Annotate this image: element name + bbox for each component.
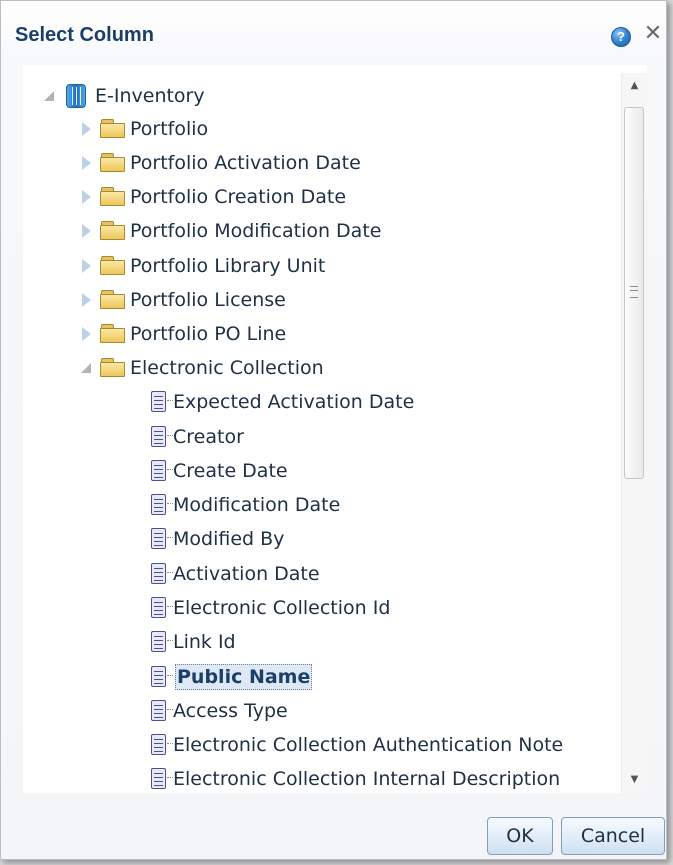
column-icon <box>151 562 173 586</box>
select-column-dialog: Select Column ? ✕ E-Inventory Portfolio … <box>0 0 667 860</box>
scroll-up-arrow-icon[interactable]: ▲ <box>622 73 647 99</box>
folder-item-portfolio[interactable]: Portfolio <box>78 112 208 146</box>
column-item[interactable]: Create Date <box>151 454 288 488</box>
column-label: Expected Activation Date <box>173 391 415 413</box>
folder-item-portfolio-po-line[interactable]: Portfolio PO Line <box>78 317 286 351</box>
column-icon <box>151 699 173 723</box>
column-icon <box>151 527 173 551</box>
folder-icon <box>100 119 126 139</box>
folder-label: Portfolio Library Unit <box>130 255 326 277</box>
column-icon <box>151 425 173 449</box>
column-item[interactable]: Activation Date <box>151 557 320 591</box>
column-item[interactable]: Modified By <box>151 522 284 556</box>
expand-triangle-icon[interactable] <box>78 290 94 310</box>
column-item[interactable]: Access Type <box>151 694 288 728</box>
column-label: Creator <box>173 426 244 448</box>
cancel-button[interactable]: Cancel <box>561 817 665 855</box>
folder-icon <box>100 324 126 344</box>
column-label: Activation Date <box>173 563 320 585</box>
column-item[interactable]: Expected Activation Date <box>151 385 414 419</box>
column-label: Electronic Collection Authentication Not… <box>173 734 564 756</box>
ok-button[interactable]: OK <box>487 817 553 855</box>
expand-triangle-icon[interactable] <box>78 221 94 241</box>
close-icon[interactable]: ✕ <box>641 21 665 47</box>
folder-item-portfolio-license[interactable]: Portfolio License <box>78 283 286 317</box>
column-label: Link Id <box>173 631 236 653</box>
column-icon <box>151 459 173 483</box>
column-label: Modified By <box>173 528 285 550</box>
column-item[interactable]: Link Id <box>151 625 236 659</box>
scroll-down-arrow-icon[interactable]: ▼ <box>622 767 647 793</box>
folder-icon <box>100 221 126 241</box>
expand-triangle-icon[interactable] <box>78 256 94 276</box>
expand-triangle-icon[interactable] <box>78 153 94 173</box>
column-item[interactable]: Creator <box>151 420 244 454</box>
column-label: Create Date <box>173 460 288 482</box>
folder-label: Portfolio <box>130 118 209 140</box>
column-icon <box>151 390 173 414</box>
folder-icon <box>100 153 126 173</box>
column-label: Access Type <box>173 700 288 722</box>
column-label: Electronic Collection Internal Descripti… <box>173 768 561 790</box>
dialog-title: Select Column <box>15 24 154 46</box>
folder-item-portfolio-modification-date[interactable]: Portfolio Modification Date <box>78 214 381 248</box>
folder-item-portfolio-creation-date[interactable]: Portfolio Creation Date <box>78 180 346 214</box>
collapse-triangle-icon[interactable] <box>41 86 57 106</box>
tree-root[interactable]: E-Inventory <box>41 79 205 113</box>
column-label: Modification Date <box>173 494 341 516</box>
folder-item-portfolio-library-unit[interactable]: Portfolio Library Unit <box>78 249 325 283</box>
folder-label: Portfolio Activation Date <box>130 152 361 174</box>
folder-label: Portfolio Modification Date <box>130 220 382 242</box>
column-item[interactable]: Electronic Collection Authentication Not… <box>151 728 563 762</box>
column-icon <box>151 493 173 517</box>
column-icon <box>151 630 173 654</box>
column-icon <box>151 767 173 791</box>
collapse-triangle-icon[interactable] <box>78 358 94 378</box>
column-item-selected[interactable]: Public Name <box>151 660 313 694</box>
help-icon[interactable]: ? <box>611 27 631 47</box>
folder-item-portfolio-activation-date[interactable]: Portfolio Activation Date <box>78 146 361 180</box>
folder-icon <box>100 187 126 207</box>
folder-icon <box>100 290 126 310</box>
expand-triangle-icon[interactable] <box>78 324 94 344</box>
column-tree: E-Inventory Portfolio Portfolio Activati… <box>23 65 647 793</box>
folder-open-icon <box>100 358 126 378</box>
folder-label: Portfolio License <box>130 289 286 311</box>
folder-label: Portfolio PO Line <box>130 323 287 345</box>
tree-root-label: E-Inventory <box>95 85 205 107</box>
column-item[interactable]: Modification Date <box>151 488 340 522</box>
column-label: Electronic Collection Id <box>173 597 391 619</box>
column-label-selected: Public Name <box>175 664 313 690</box>
column-icon <box>151 596 173 620</box>
expand-triangle-icon[interactable] <box>78 187 94 207</box>
folder-icon <box>100 256 126 276</box>
column-icon <box>151 665 173 689</box>
folder-item-electronic-collection[interactable]: Electronic Collection <box>78 351 324 385</box>
column-item[interactable]: Electronic Collection Internal Descripti… <box>151 762 560 793</box>
vertical-scrollbar[interactable]: ▲ ▼ <box>621 73 647 793</box>
column-icon <box>151 733 173 757</box>
expand-triangle-icon[interactable] <box>78 119 94 139</box>
folder-label: Portfolio Creation Date <box>130 186 347 208</box>
grip-icon <box>630 286 638 298</box>
folder-label: Electronic Collection <box>130 357 324 379</box>
scrollbar-thumb[interactable] <box>624 107 644 479</box>
subject-area-icon <box>63 82 89 110</box>
column-item[interactable]: Electronic Collection Id <box>151 591 390 625</box>
